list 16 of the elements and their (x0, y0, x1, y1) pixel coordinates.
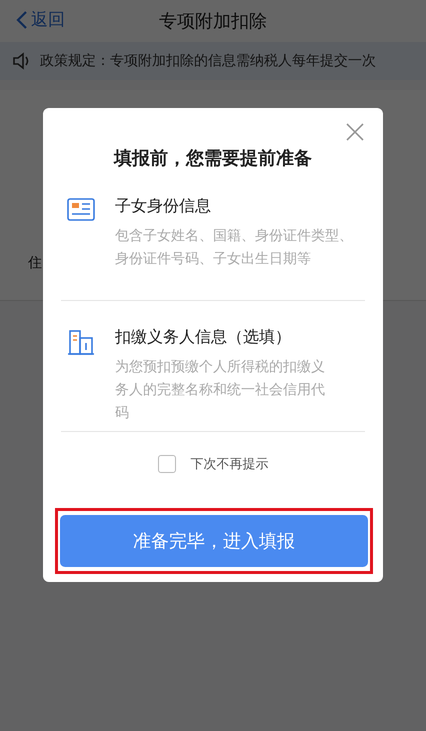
id-card-icon (67, 198, 95, 222)
item-title: 子女身份信息 (115, 196, 212, 217)
item-description: 包含子女姓名、国籍、身份证件类型、身份证件号码、子女出生日期等 (115, 227, 354, 269)
back-link[interactable]: 返回 (16, 8, 65, 31)
page-title: 专项附加扣除 (159, 10, 267, 33)
notice-text: 政策规定：专项附加扣除的信息需纳税人每年提交一次 (40, 52, 376, 70)
checkbox[interactable] (158, 455, 176, 473)
dialog-title: 填报前，您需要提前准备 (112, 147, 313, 170)
row-label: 住 (28, 254, 42, 272)
item-description: 为您预扣预缴个人所得税的扣缴义务人的完整名称和统一社会信用代码 (115, 358, 326, 423)
confirm-button[interactable]: 准备完毕，进入填报 (60, 515, 368, 567)
chevron-left-icon (16, 10, 28, 30)
checkbox-label: 下次不再提示 (190, 456, 268, 473)
building-icon (67, 329, 95, 355)
close-icon[interactable] (345, 122, 365, 142)
item-title: 扣缴义务人信息（选填） (115, 327, 292, 348)
